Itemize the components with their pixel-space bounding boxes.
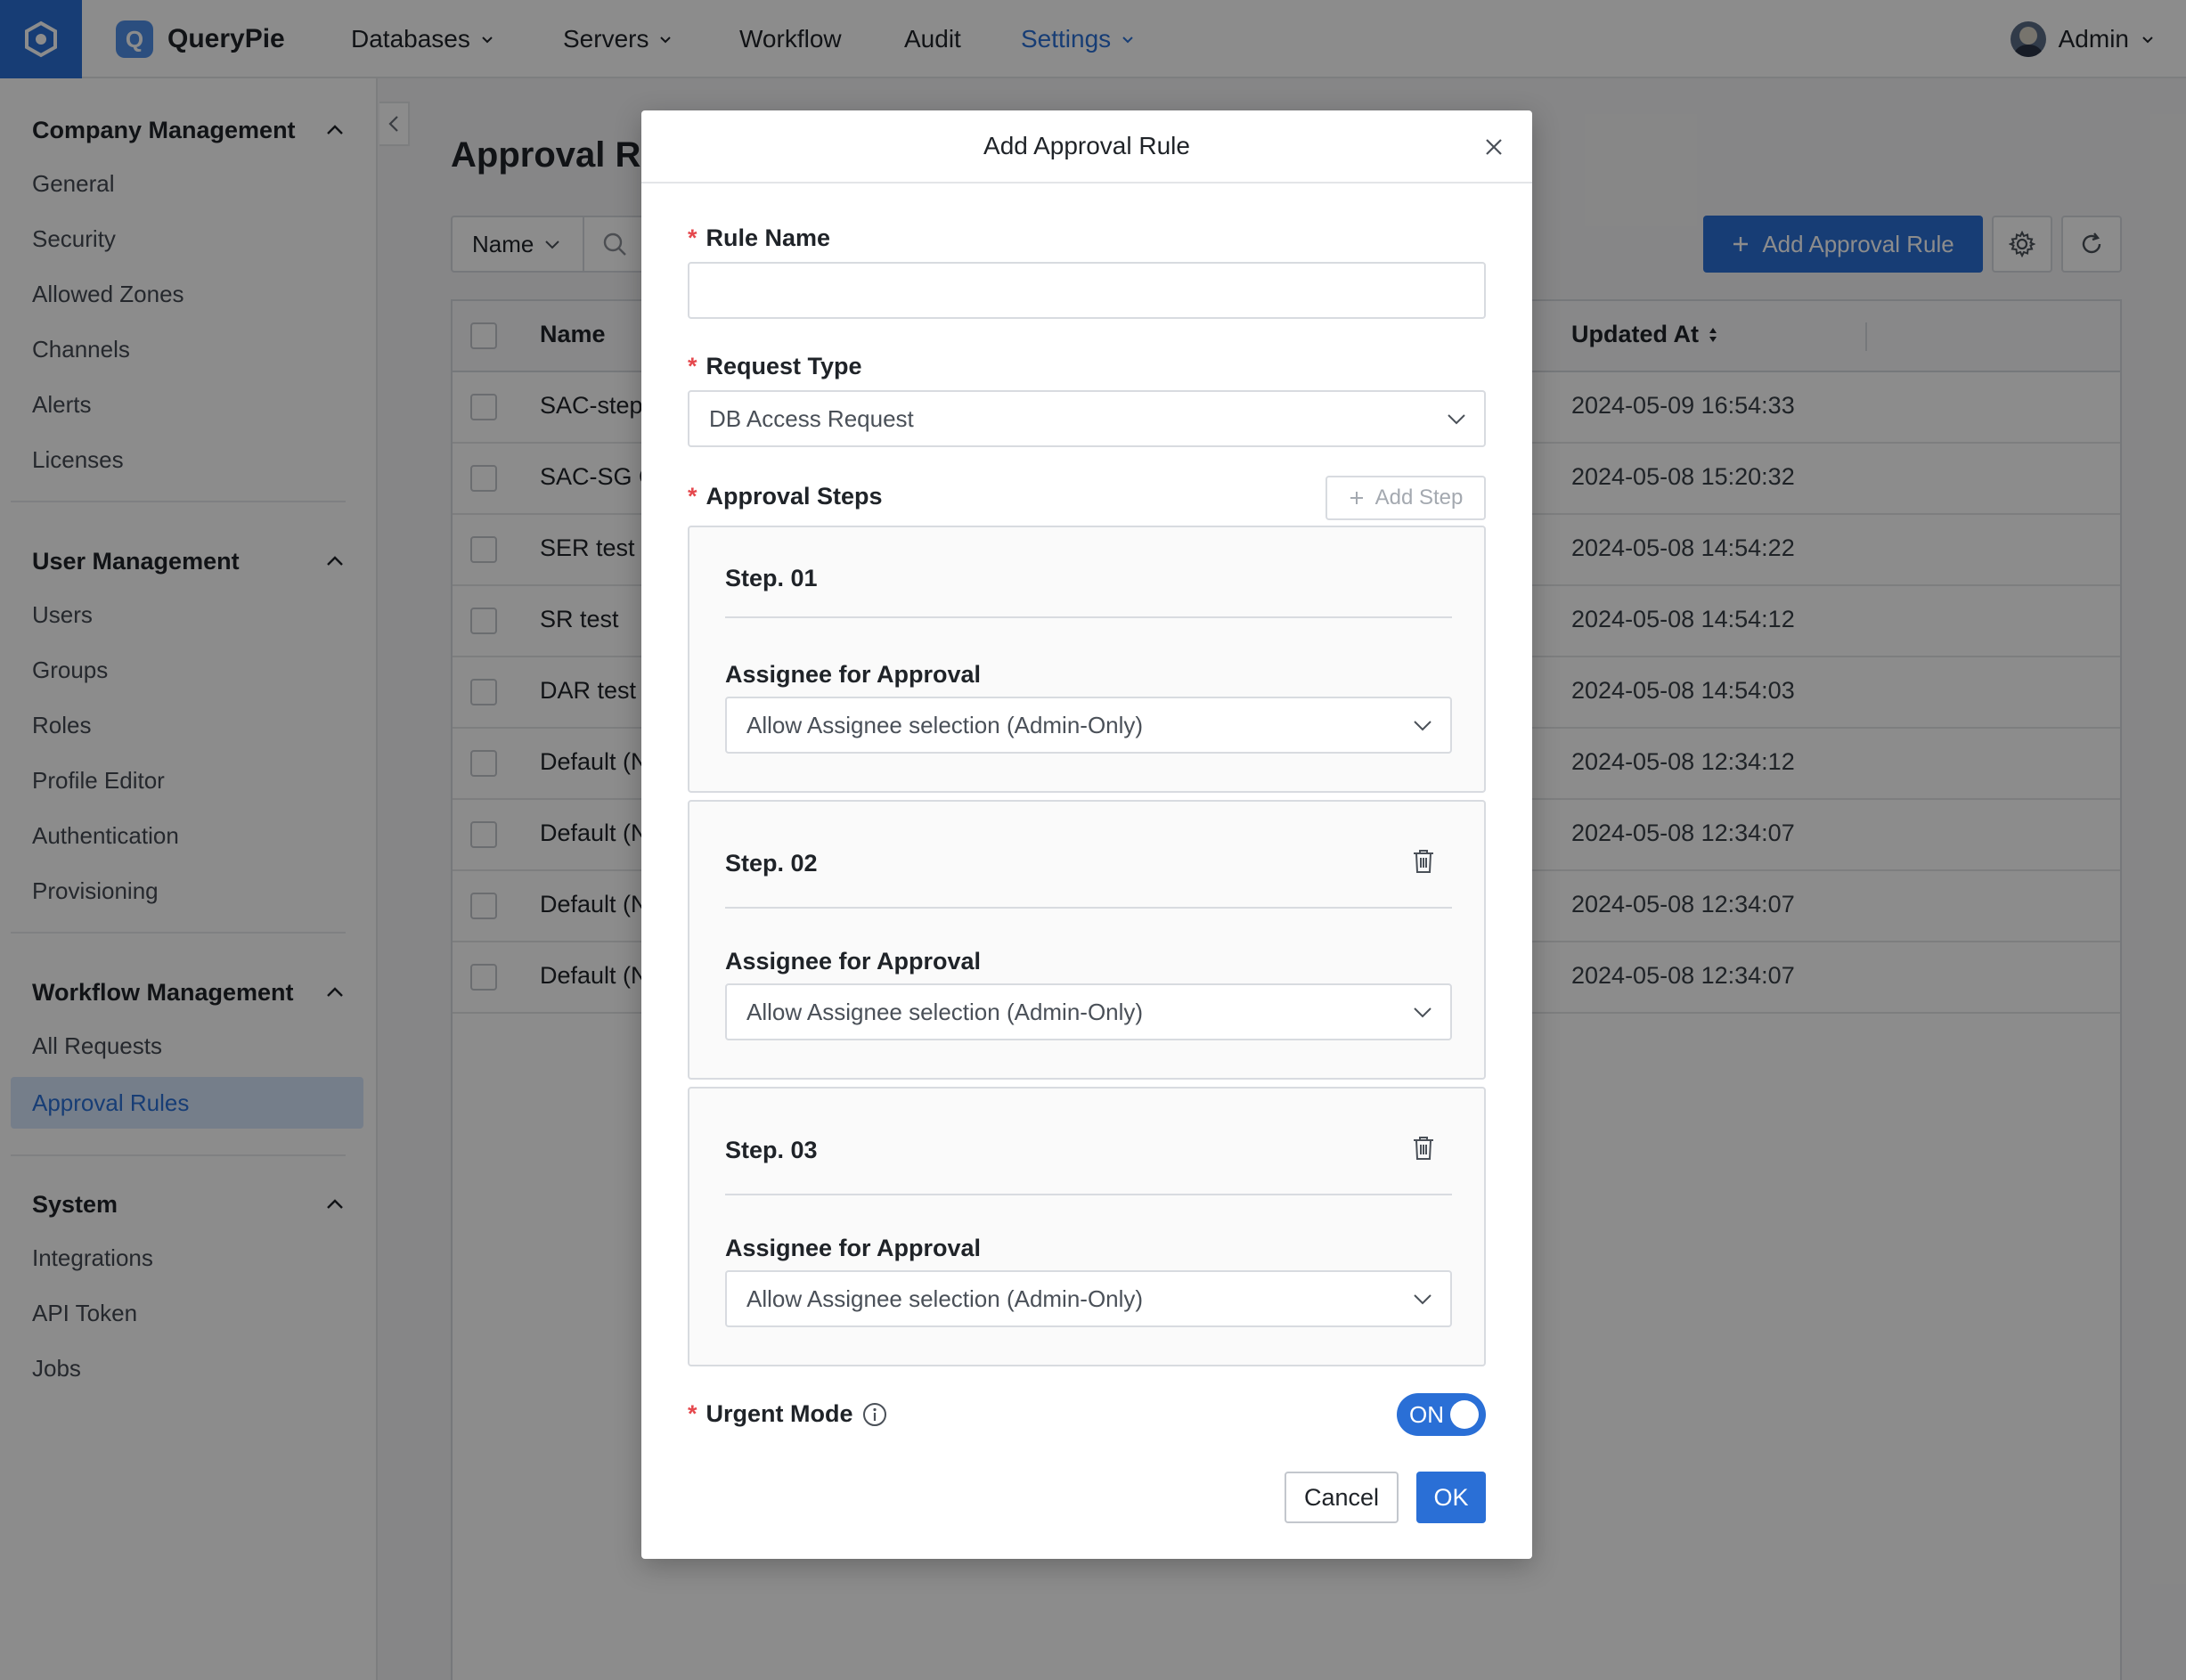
rule-name-label: * Rule Name	[688, 224, 830, 252]
chevron-down-icon	[1448, 414, 1465, 425]
cancel-button[interactable]: Cancel	[1285, 1472, 1399, 1523]
approval-step-card: Step. 03 Assignee for Approval Allow Ass…	[688, 1087, 1486, 1366]
urgent-mode-label-text: Urgent Mode	[706, 1400, 853, 1427]
assignee-select[interactable]: Allow Assignee selection (Admin-Only)	[725, 983, 1452, 1040]
assignee-label: Assignee for Approval	[725, 661, 982, 688]
step-divider	[725, 907, 1452, 909]
step-title: Step. 03	[725, 1137, 818, 1163]
step-divider	[725, 616, 1452, 618]
request-type-value: DB Access Request	[709, 404, 914, 432]
urgent-mode-toggle[interactable]: ON	[1397, 1393, 1486, 1436]
chevron-down-icon	[1414, 1007, 1432, 1018]
assignee-value: Allow Assignee selection (Admin-Only)	[746, 711, 1144, 738]
add-approval-rule-dialog: Add Approval Rule * Rule Name * Request …	[641, 110, 1532, 1559]
add-step-label: Add Step	[1374, 485, 1464, 510]
request-type-label-text: Request Type	[706, 353, 862, 379]
assignee-select[interactable]: Allow Assignee selection (Admin-Only)	[725, 1270, 1452, 1327]
trash-icon[interactable]	[1411, 1135, 1436, 1162]
request-type-label: * Request Type	[688, 353, 862, 380]
plus-icon	[1350, 492, 1363, 504]
urgent-mode-label: * Urgent Mode	[688, 1400, 887, 1428]
assignee-value: Allow Assignee selection (Admin-Only)	[746, 1284, 1144, 1312]
ok-button[interactable]: OK	[1416, 1472, 1486, 1523]
approval-step-card: Step. 02 Assignee for Approval Allow Ass…	[688, 800, 1486, 1080]
rule-name-input[interactable]	[688, 262, 1486, 319]
dialog-header: Add Approval Rule	[641, 110, 1532, 183]
approval-step-card: Step. 01 Assignee for Approval Allow Ass…	[688, 526, 1486, 793]
add-step-button[interactable]: Add Step	[1325, 476, 1486, 520]
assignee-value: Allow Assignee selection (Admin-Only)	[746, 998, 1144, 1025]
assignee-label: Assignee for Approval	[725, 948, 982, 975]
chevron-down-icon	[1414, 1294, 1432, 1305]
step-title: Step. 01	[725, 565, 818, 591]
info-icon[interactable]	[862, 1402, 887, 1427]
toggle-state-label: ON	[1409, 1400, 1444, 1428]
chevron-down-icon	[1414, 721, 1432, 731]
request-type-select[interactable]: DB Access Request	[688, 390, 1486, 447]
required-mark: *	[688, 224, 697, 251]
close-button[interactable]	[1480, 134, 1507, 160]
required-mark: *	[688, 353, 697, 379]
approval-steps-label-text: Approval Steps	[706, 483, 883, 510]
dialog-title: Add Approval Rule	[983, 132, 1190, 159]
close-icon	[1486, 139, 1502, 155]
toggle-knob	[1450, 1400, 1479, 1429]
step-divider	[725, 1194, 1452, 1195]
approval-steps-label: * Approval Steps	[688, 483, 883, 510]
required-mark: *	[688, 1400, 697, 1427]
step-title: Step. 02	[725, 850, 818, 877]
required-mark: *	[688, 483, 697, 510]
assignee-label: Assignee for Approval	[725, 1235, 982, 1261]
trash-icon[interactable]	[1411, 848, 1436, 875]
assignee-select[interactable]: Allow Assignee selection (Admin-Only)	[725, 697, 1452, 754]
rule-name-label-text: Rule Name	[706, 224, 831, 251]
